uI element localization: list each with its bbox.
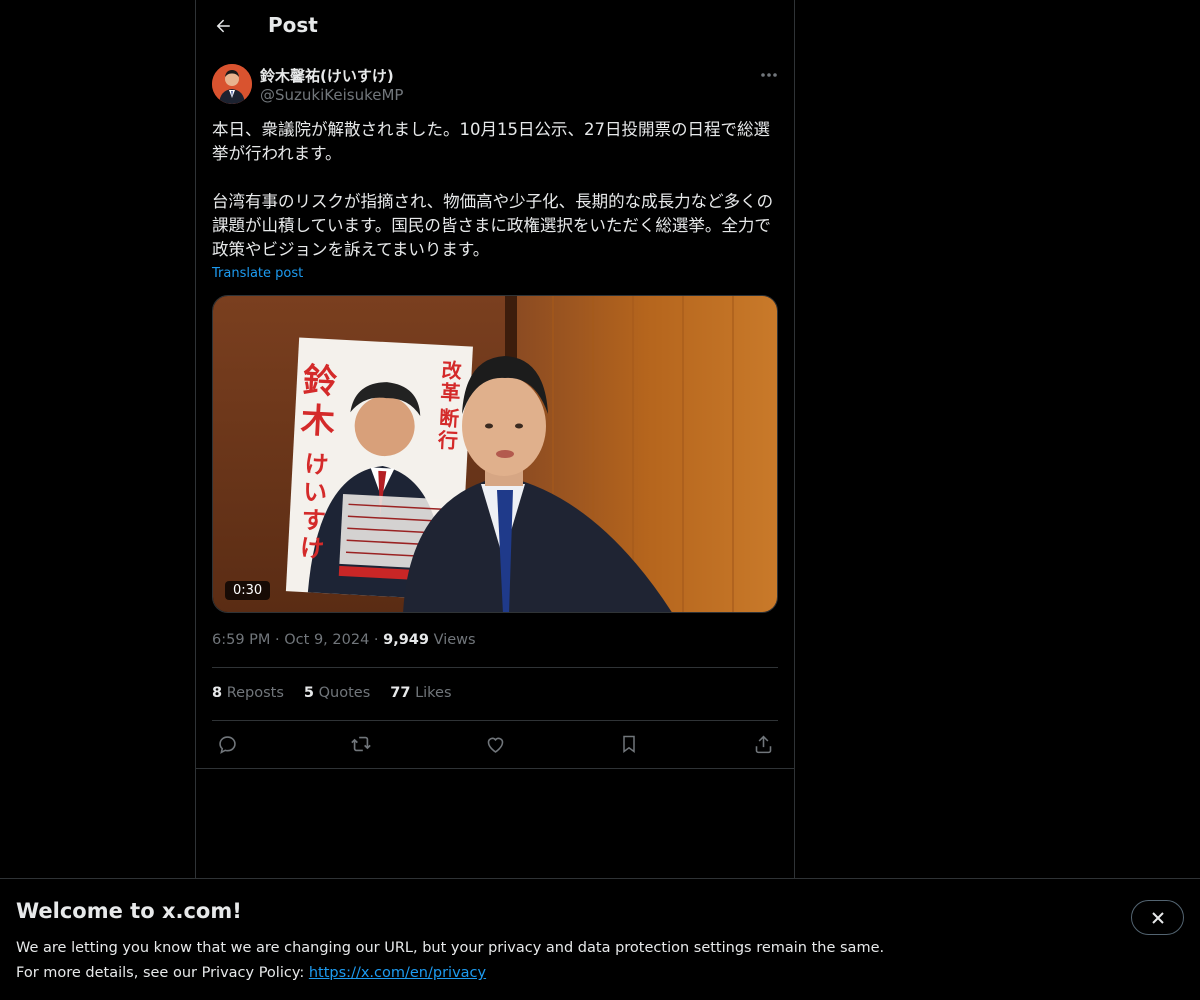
divider [212,667,778,668]
video-player[interactable]: 鈴 木 け い す け 改 革 断 行 0:30 [212,295,778,613]
privacy-policy-link[interactable]: https://x.com/en/privacy [309,965,486,981]
close-icon [1151,911,1164,924]
likes-count: 77 [390,685,411,701]
banner-line: We are letting you know that we are chan… [16,940,885,956]
quotes-count: 5 [303,685,315,701]
svg-text:い: い [302,478,327,507]
meta-separator: · [373,632,384,648]
svg-text:鈴: 鈴 [302,361,339,403]
avatar-image [212,64,252,104]
svg-text:け: け [299,534,324,563]
share-icon [755,735,771,753]
svg-text:す: す [301,506,326,535]
repost-icon [351,736,371,752]
views-label: Views [433,632,476,648]
views-count: 9,949 [383,632,429,648]
heart-icon [487,737,503,753]
post-paragraph: 台湾有事のリスクが指摘され、物価高や少子化、長期的な成長力など多くの課題が山積し… [212,192,774,259]
reposts-label: Reposts [226,685,284,701]
engagement-stats: 8 Reposts 5 Quotes 77 Likes [212,685,452,701]
post-time[interactable]: 6:59 PM [212,632,270,648]
reply-button[interactable] [212,730,242,758]
page-title: Post [268,13,318,37]
avatar[interactable] [212,64,252,104]
banner-line-prefix: For more details, see our Privacy Policy… [16,965,309,981]
arrow-left-icon [216,19,230,33]
post-paragraph: 本日、衆議院が解散されました。10月15日公示、27日投開票の日程で総選挙が行わ… [212,120,770,163]
translate-post-link[interactable]: Translate post [212,266,303,281]
video-thumbnail: 鈴 木 け い す け 改 革 断 行 [213,296,777,612]
close-banner-button[interactable] [1131,900,1184,935]
more-dots-icon [761,73,777,77]
reply-icon [218,735,236,754]
divider [212,720,778,721]
post-date[interactable]: Oct 9, 2024 [284,632,369,648]
repost-button[interactable] [346,730,376,758]
reposts-count: 8 [212,685,223,701]
svg-text:行: 行 [436,428,458,453]
banner-title: Welcome to x.com! [16,899,242,923]
share-button[interactable] [748,730,778,758]
like-button[interactable] [480,730,510,758]
svg-text:木: 木 [299,401,336,443]
video-duration: 0:30 [225,581,271,600]
author-handle[interactable]: @SuzukiKeisukeMP [260,86,403,104]
banner-line: For more details, see our Privacy Policy… [16,961,884,986]
svg-text:革: 革 [440,380,461,405]
meta-separator: · [275,632,285,648]
bookmark-button[interactable] [614,730,644,758]
post-text: 本日、衆議院が解散されました。10月15日公示、27日投開票の日程で総選挙が行わ… [212,118,778,262]
svg-text:け: け [304,450,329,479]
more-options-button[interactable] [752,62,786,88]
post-metadata: 6:59 PM · Oct 9, 2024 · 9,949 Views [212,632,476,648]
post-header: Post [196,0,794,54]
divider [196,768,794,769]
bookmark-icon [623,735,635,753]
likes-stat[interactable]: 77 Likes [390,685,451,701]
likes-label: Likes [415,685,452,701]
banner-text: We are letting you know that we are chan… [16,936,884,986]
quotes-stat[interactable]: 5 Quotes [304,685,370,701]
action-bar [212,730,778,758]
back-button[interactable] [206,9,240,43]
post-column: Post 鈴木馨祐(けいすけ) @SuzukiKeisukeMP 本日、衆議院が… [195,0,795,878]
welcome-banner: Welcome to x.com! We are letting you kno… [0,878,1200,1000]
reposts-stat[interactable]: 8 Reposts [212,685,284,701]
quotes-label: Quotes [318,685,371,701]
author-name[interactable]: 鈴木馨祐(けいすけ) [260,65,394,86]
